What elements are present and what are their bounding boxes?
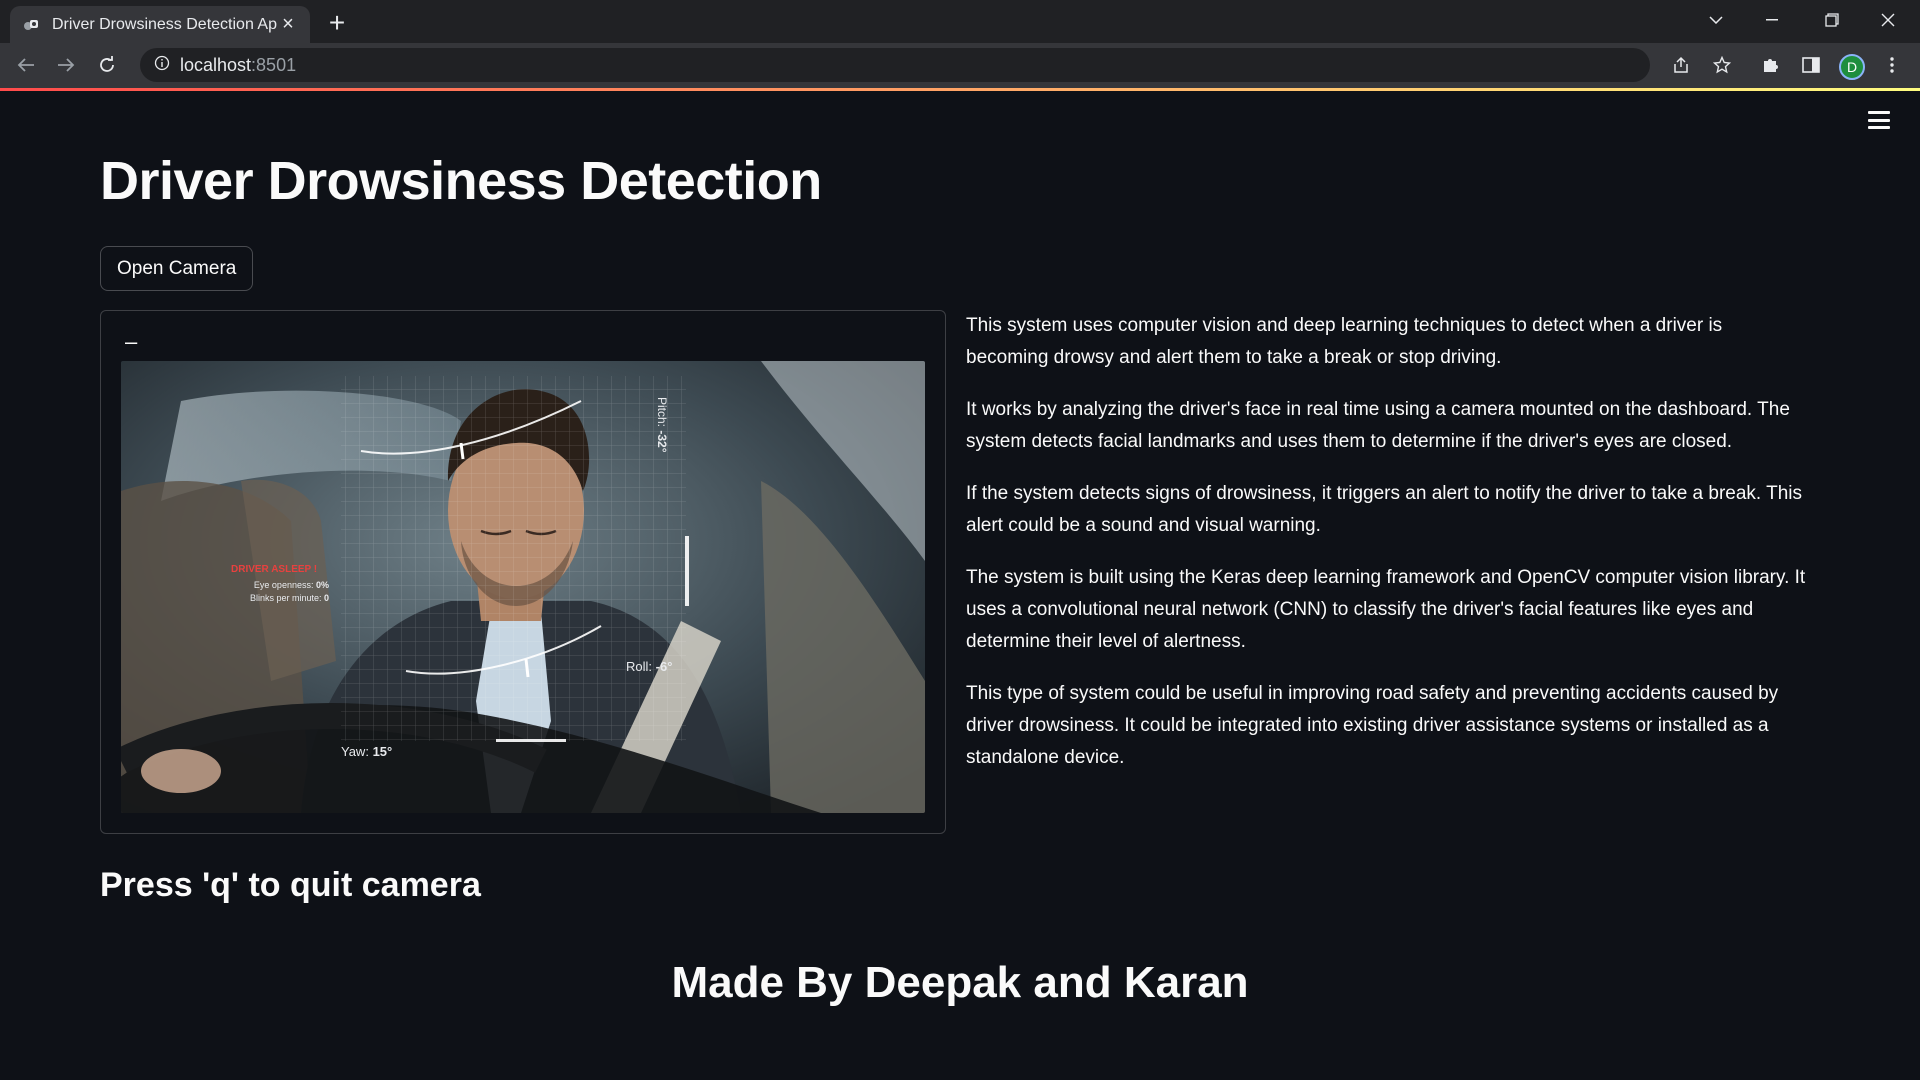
description-paragraph: The system is built using the Keras deep…: [966, 567, 1806, 652]
description-paragraph: This type of system could be useful in i…: [966, 683, 1779, 768]
restore-icon[interactable]: [1810, 4, 1854, 36]
roll-readout: Roll: -6°: [626, 659, 673, 674]
drowsiness-alert-label: DRIVER ASLEEP !: [231, 564, 318, 575]
description-paragraph: It works by analyzing the driver's face …: [966, 399, 1790, 452]
blinks-readout: Blinks per minute: 0: [249, 593, 329, 603]
description-paragraph: This system uses computer vision and dee…: [966, 315, 1723, 368]
side-panel-icon[interactable]: [1797, 51, 1825, 79]
description-column: This system uses computer vision and dee…: [966, 310, 1806, 794]
header-decoration-bar: [0, 88, 1920, 91]
address-bar[interactable]: localhost:8501: [140, 48, 1650, 82]
yaw-readout: Yaw: 15°: [341, 744, 393, 759]
open-camera-button[interactable]: Open Camera: [100, 246, 254, 291]
camera-frame-image: DRIVER ASLEEP ! Eye openness: 0% Blinks …: [121, 361, 925, 813]
quit-instruction: Press 'q' to quit camera: [100, 866, 481, 904]
share-icon[interactable]: [1667, 51, 1695, 79]
new-tab-icon[interactable]: +: [322, 7, 352, 38]
main-menu-icon[interactable]: [1864, 108, 1894, 132]
site-info-icon[interactable]: [154, 55, 170, 76]
minimize-icon[interactable]: [1750, 4, 1794, 36]
url-text: localhost:8501: [180, 54, 297, 75]
back-icon[interactable]: [10, 49, 42, 81]
profile-avatar[interactable]: D: [1839, 54, 1865, 80]
pitch-readout: Pitch: -32°: [655, 397, 669, 453]
reload-icon[interactable]: [91, 49, 123, 81]
browser-tab[interactable]: Driver Drowsiness Detection App ×: [10, 6, 310, 43]
eye-openness-readout: Eye openness: 0%: [253, 580, 329, 590]
bookmark-star-icon[interactable]: [1708, 51, 1736, 79]
forward-icon[interactable]: [50, 49, 82, 81]
tab-close-icon[interactable]: ×: [278, 13, 298, 35]
camera-panel: – DRIVER ASLEEP ! Eye openness: 0% Blink…: [100, 310, 946, 834]
tab-search-icon[interactable]: [1694, 4, 1738, 36]
browser-menu-icon[interactable]: [1878, 51, 1906, 79]
footer-credits: Made By Deepak and Karan: [671, 958, 1249, 1007]
browser-toolbar: localhost:8501 D: [0, 43, 1920, 88]
page-title: Driver Drowsiness Detection: [100, 151, 822, 211]
extensions-puzzle-icon[interactable]: [1756, 51, 1784, 79]
streamlit-favicon-icon: [22, 16, 40, 34]
close-window-icon[interactable]: [1866, 4, 1910, 36]
description-paragraph: If the system detects signs of drowsines…: [966, 483, 1803, 536]
tab-title: Driver Drowsiness Detection App: [52, 15, 278, 33]
browser-tabbar: Driver Drowsiness Detection App × +: [0, 0, 1920, 43]
camera-status-dash: –: [125, 329, 138, 354]
